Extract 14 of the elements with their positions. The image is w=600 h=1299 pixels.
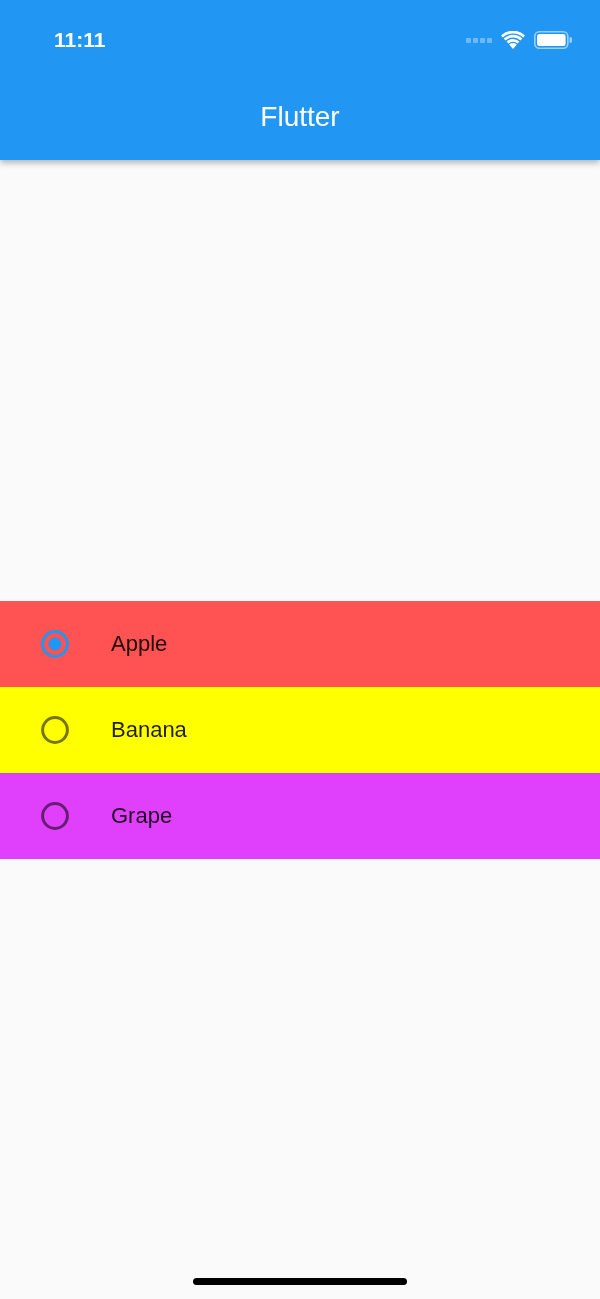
status-time: 11:11 (54, 28, 106, 52)
app-title: Flutter (260, 101, 340, 133)
radio-button[interactable] (41, 629, 69, 658)
radio-button[interactable] (41, 801, 69, 830)
option-label: Grape (111, 802, 173, 829)
option-row[interactable]: Grape (0, 772, 600, 859)
option-row[interactable]: Apple (0, 600, 600, 687)
radio-button[interactable] (41, 715, 69, 744)
option-label: Apple (111, 630, 168, 657)
signal-icon (466, 37, 492, 43)
wifi-icon (501, 31, 525, 49)
battery-icon (534, 31, 572, 49)
option-row[interactable]: Banana (0, 686, 600, 773)
option-label: Banana (111, 716, 187, 743)
